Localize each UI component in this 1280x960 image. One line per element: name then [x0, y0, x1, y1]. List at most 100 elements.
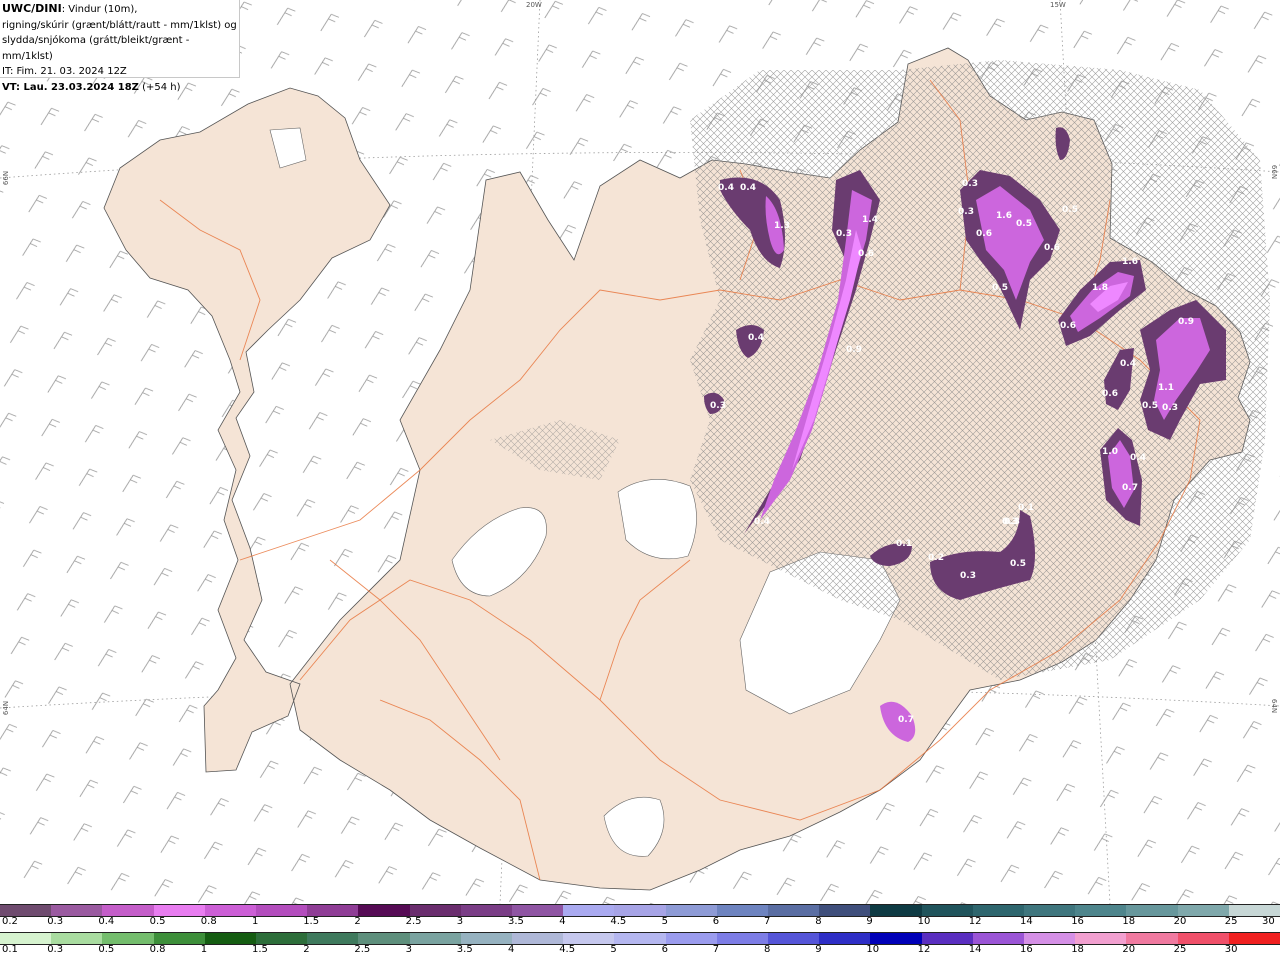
- scale-tick-label: 9: [815, 944, 822, 955]
- scale-tick-label: 0.1: [2, 944, 18, 955]
- scale-tick-label: 0.8: [200, 916, 217, 927]
- scale-tick-label: 25: [1224, 916, 1238, 927]
- precip-value-label: 0.2: [928, 553, 944, 563]
- scale-swatch: [1177, 905, 1229, 916]
- scale-swatch: [665, 905, 717, 916]
- scale-tick-label: 1: [200, 944, 208, 955]
- scale-swatch: [102, 905, 154, 916]
- scale-tick-label: 1.5: [303, 916, 320, 927]
- scale-swatch: [256, 905, 308, 916]
- title-line-2: rigning/skúrir (grænt/blátt/rautt - mm/1…: [2, 19, 237, 31]
- scale-tick-label: 3: [405, 944, 412, 955]
- scale-swatch: [921, 933, 973, 944]
- scale-swatch: [1024, 933, 1076, 944]
- precip-value-label: 0.3: [962, 179, 978, 189]
- scale-swatch: [0, 905, 52, 916]
- scale-swatch: [921, 905, 973, 916]
- rain-scale-ticks: 0.1 0.3 0.5 0.8 1 1.5 2 2.5 3 3.5 4 4.5 5 6 7 8 9 10 12 14 1…: [0, 944, 1280, 957]
- scale-swatch: [1075, 933, 1127, 944]
- precip-value-label: 0.3: [710, 401, 726, 411]
- precip-value-label: 0.4: [718, 183, 734, 193]
- scale-swatch: [512, 905, 564, 916]
- model-name: UWC/DINI: [2, 2, 62, 15]
- scale-swatch: [1228, 933, 1280, 944]
- precip-value-label: 0.7: [1122, 483, 1138, 493]
- scale-tick-label: 2: [354, 916, 361, 927]
- snow-scale-bar: [0, 904, 1280, 917]
- scale-tick-label: 0.3: [47, 944, 64, 955]
- scale-swatch: [1177, 933, 1229, 944]
- scale-tick-label: 10: [866, 944, 880, 955]
- grid-label-66n-right: 66N: [1270, 165, 1278, 179]
- scale-tick-label: 6: [661, 944, 668, 955]
- scale-tick-label: 16: [1071, 916, 1084, 927]
- precip-value-label: 0.4: [1130, 453, 1146, 463]
- scale-tick-label: 4.5: [610, 916, 627, 927]
- scale-tick-label: 16: [1020, 944, 1033, 955]
- scale-swatch: [409, 905, 461, 916]
- scale-tick-label: 0.5: [149, 916, 166, 927]
- precip-value-label: 0.1: [1018, 503, 1034, 513]
- scale-tick-label: 1: [252, 916, 259, 927]
- scale-tick-label: 14: [968, 944, 982, 955]
- scale-swatch: [972, 905, 1025, 916]
- precip-value-label: 0.6: [858, 249, 874, 259]
- scale-tick-label: 7: [712, 944, 720, 955]
- scale-tick-label: 0.5: [98, 944, 115, 955]
- precip-value-label: 0.6: [1044, 243, 1060, 253]
- precip-value-label: 0.5: [1010, 559, 1026, 569]
- scale-tick-label: 1.5: [252, 944, 268, 955]
- scale-tick-label: 4: [508, 944, 515, 955]
- precip-value-label: 1.4: [862, 215, 878, 225]
- scale-tick-label: 10: [917, 916, 931, 927]
- scale-tick-label: 0.8: [149, 944, 166, 955]
- scale-swatch: [358, 905, 410, 916]
- grid-label-64n-right: 64N: [1270, 699, 1278, 713]
- scale-tick-label: 20: [1122, 944, 1136, 955]
- precip-value-label: 0.3: [958, 207, 974, 217]
- title-line-3: slydda/snjókoma (grátt/bleikt/grænt - mm…: [2, 35, 190, 62]
- scale-swatch: [768, 905, 820, 916]
- scale-swatch: [256, 933, 308, 944]
- precip-value-label: 1.8: [1092, 283, 1108, 293]
- scale-tick-label: 0.2: [2, 916, 18, 927]
- grid-label-66n-left: 66N: [2, 171, 10, 185]
- precip-value-label: 1.3: [774, 221, 790, 231]
- scale-swatch: [153, 933, 205, 944]
- scale-tick-label: 0.3: [47, 916, 64, 927]
- scale-tick-label: 3.5: [456, 944, 473, 955]
- scale-swatch: [204, 905, 257, 916]
- scale-swatch: [665, 933, 717, 944]
- precip-value-label: 0.3: [1002, 517, 1018, 527]
- scale-swatch: [102, 933, 154, 944]
- scale-swatch: [563, 933, 615, 944]
- rain-scale: 0.1 0.3 0.5 0.8 1 1.5 2 2.5 3 3.5 4 4.5 5 6 7 8 9 10 12 14 1…: [0, 932, 1280, 957]
- precip-value-label: 0.6: [1102, 389, 1118, 399]
- scale-tick-label: 12: [917, 944, 931, 955]
- scale-swatch: [972, 933, 1025, 944]
- precip-value-label: 0.3: [836, 229, 852, 239]
- valid-time-label: VT: Lau. 23.03.2024 18Z: [2, 81, 139, 93]
- scale-swatch: [1126, 905, 1178, 916]
- scale-swatch: [0, 933, 52, 944]
- scale-tick-label: 2: [303, 944, 310, 955]
- scale-tick-label: 7: [764, 916, 771, 927]
- precip-value-label: 0.3: [960, 571, 976, 581]
- scale-tick-label: 9: [866, 916, 873, 927]
- precip-value-label: 0.4: [748, 333, 764, 343]
- scale-swatch: [819, 905, 871, 916]
- snow-scale: 0.2 0.3 0.4 0.5 0.8 1 1.5 2 2.5 3 3.5 4 4.5 5 6 7 8 9 10 12…: [0, 904, 1280, 929]
- precip-value-label: 0.4: [1120, 359, 1136, 369]
- scale-tick-label: 4.5: [559, 944, 576, 955]
- scale-tick-label: 3: [456, 916, 464, 927]
- scale-tick-label: 14: [1020, 916, 1033, 927]
- scale-swatch: [614, 933, 666, 944]
- scale-tick-label: 5: [610, 944, 617, 955]
- scale-tick-label: 6: [712, 916, 720, 927]
- scale-tick-label: 0.4: [98, 916, 115, 927]
- scale-tick-label: 18: [1071, 944, 1084, 955]
- scale-swatch: [1075, 905, 1127, 916]
- precip-value-label: 1.0: [1102, 447, 1118, 457]
- precip-value-label: 0.3: [1162, 403, 1178, 413]
- scale-swatch: [51, 933, 103, 944]
